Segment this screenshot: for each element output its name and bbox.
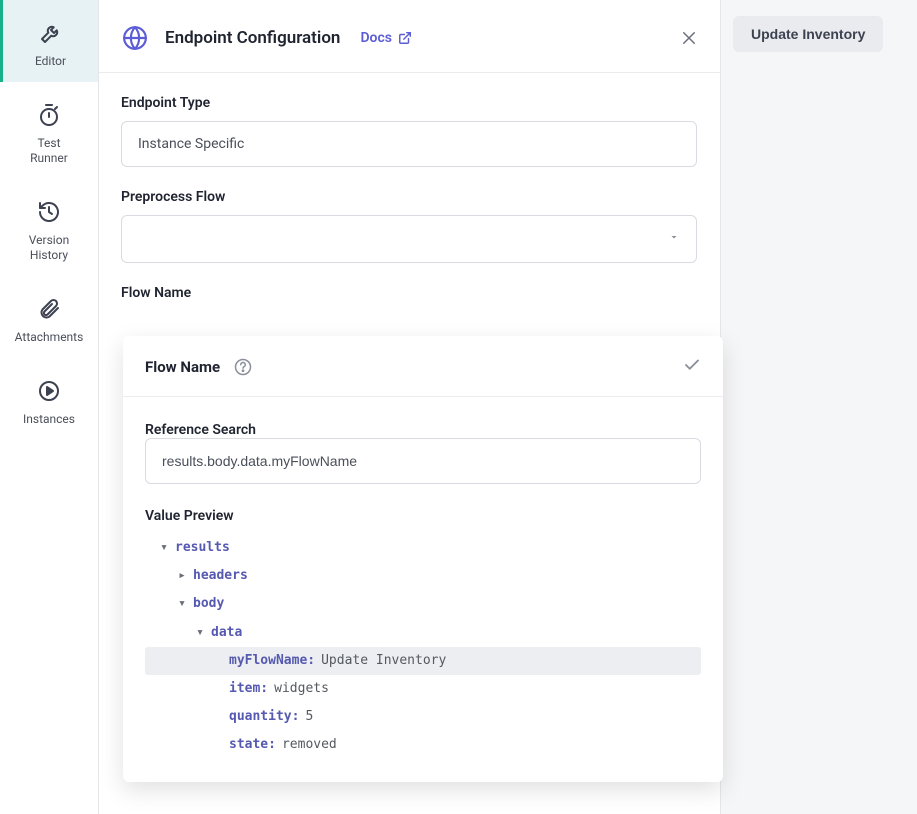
chevron-down-icon: ▾ <box>159 539 169 557</box>
chevron-down-icon <box>668 231 680 247</box>
right-area: Update Inventory <box>721 0 917 814</box>
tree-leaf-item[interactable]: item: widgets <box>145 675 701 703</box>
popover-title: Flow Name <box>145 358 220 376</box>
sidebar-item-editor[interactable]: Editor <box>0 0 98 82</box>
reference-search-input[interactable] <box>145 438 701 484</box>
tree-node-headers[interactable]: ▸ headers <box>145 562 701 590</box>
sidebar: Editor Test Runner Version History Attac… <box>0 0 99 814</box>
value-preview-label: Value Preview <box>145 508 701 524</box>
sidebar-item-test-runner[interactable]: Test Runner <box>0 82 98 179</box>
update-inventory-button[interactable]: Update Inventory <box>733 16 883 52</box>
sidebar-item-version-history[interactable]: Version History <box>0 179 98 276</box>
preprocess-flow-label: Preprocess Flow <box>121 189 698 205</box>
sidebar-item-label: Editor <box>35 54 66 68</box>
sidebar-item-label: Test Runner <box>30 136 68 165</box>
endpoint-type-label: Endpoint Type <box>121 95 698 111</box>
tree-node-results[interactable]: ▾ results <box>145 534 701 562</box>
sidebar-item-instances[interactable]: Instances <box>0 358 98 440</box>
endpoint-type-input[interactable]: Instance Specific <box>121 121 697 167</box>
sidebar-item-attachments[interactable]: Attachments <box>0 276 98 358</box>
tree-leaf-quantity[interactable]: quantity: 5 <box>145 703 701 731</box>
tree-node-body[interactable]: ▾ body <box>145 590 701 618</box>
history-icon <box>36 199 62 225</box>
check-icon <box>683 356 701 374</box>
tree-leaf-state[interactable]: state: removed <box>145 731 701 759</box>
reference-search-label: Reference Search <box>145 422 256 438</box>
chevron-down-icon: ▾ <box>195 624 205 642</box>
docs-link[interactable]: Docs <box>360 30 412 46</box>
help-icon[interactable] <box>234 358 252 376</box>
external-link-icon <box>398 31 412 45</box>
stopwatch-icon <box>36 102 62 128</box>
value-preview-tree: ▾ results ▸ headers ▾ body ▾ data myFlow… <box>145 534 701 760</box>
tree-node-data[interactable]: ▾ data <box>145 619 701 647</box>
preprocess-flow-select[interactable] <box>121 215 697 263</box>
popover-header: Flow Name <box>123 336 723 397</box>
popover-body: Reference Search Value Preview ▾ results… <box>123 397 723 782</box>
globe-icon <box>121 24 149 52</box>
confirm-button[interactable] <box>683 356 701 378</box>
paperclip-icon <box>36 296 62 322</box>
panel-header: Endpoint Configuration Docs <box>99 0 720 73</box>
wrench-icon <box>38 20 64 46</box>
chevron-down-icon: ▾ <box>177 595 187 613</box>
play-circle-icon <box>36 378 62 404</box>
close-button[interactable] <box>680 29 698 47</box>
docs-link-label: Docs <box>360 30 392 46</box>
chevron-right-icon: ▸ <box>177 567 187 585</box>
sidebar-item-label: Version History <box>29 233 69 262</box>
close-icon <box>680 29 698 47</box>
tree-leaf-myflowname[interactable]: myFlowName: Update Inventory <box>145 647 701 675</box>
sidebar-item-label: Attachments <box>15 330 84 344</box>
flow-name-label: Flow Name <box>121 285 698 301</box>
endpoint-type-value: Instance Specific <box>138 136 244 152</box>
panel-title: Endpoint Configuration <box>165 28 340 48</box>
panel-body: Endpoint Type Instance Specific Preproce… <box>99 73 720 333</box>
flow-name-popover: Flow Name Reference Search Value Preview… <box>123 336 723 782</box>
sidebar-item-label: Instances <box>23 412 75 426</box>
